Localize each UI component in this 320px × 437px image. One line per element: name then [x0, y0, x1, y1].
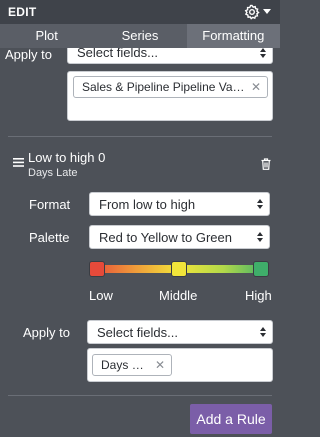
format-select[interactable]: From low to high	[89, 192, 270, 216]
gear-icon	[244, 4, 260, 20]
rule2-selected-fields[interactable]: Days Late ✕	[87, 348, 273, 382]
scale-middle-label: Middle	[159, 288, 198, 303]
rule2-apply-to-select[interactable]: Select fields...	[87, 320, 273, 344]
trash-icon[interactable]	[261, 158, 271, 170]
scale-high-label: High	[245, 288, 272, 303]
select-arrows-icon	[251, 193, 269, 215]
tab-bar: Plot Series Formatting	[0, 24, 280, 48]
scale-low-label: Low	[89, 288, 113, 303]
select-arrows-icon	[254, 48, 272, 63]
select-arrows-icon	[254, 321, 272, 343]
field-tag-label: Days Late	[101, 358, 149, 372]
drag-handle-icon[interactable]	[13, 158, 24, 167]
format-label: Format	[29, 197, 71, 212]
tab-formatting[interactable]: Formatting	[186, 24, 280, 48]
palette-value: Red to Yellow to Green	[99, 229, 232, 245]
field-tag: Sales & Pipeline Pipeline Value ... ✕	[73, 76, 268, 98]
low-color-handle[interactable]	[89, 261, 105, 277]
palette-select[interactable]: Red to Yellow to Green	[89, 225, 270, 249]
formatting-content[interactable]: Apply to Select fields... Sales & Pipeli…	[0, 48, 280, 437]
rule-title: Low to high 0	[28, 150, 106, 165]
rule2-apply-to-label: Apply to	[23, 325, 70, 340]
rule1-apply-to-select[interactable]: Select fields...	[67, 48, 273, 64]
field-tag: Days Late ✕	[92, 354, 172, 376]
add-rule-button[interactable]: Add a Rule	[190, 404, 272, 434]
rule-divider	[8, 395, 272, 396]
tab-series[interactable]: Series	[93, 24, 186, 48]
high-color-handle[interactable]	[253, 261, 269, 277]
rule1-apply-to-value: Select fields...	[77, 48, 158, 60]
format-value: From low to high	[99, 196, 196, 212]
palette-label: Palette	[29, 230, 70, 245]
field-tag-label: Sales & Pipeline Pipeline Value ...	[82, 80, 245, 94]
rule1-apply-to-label: Apply to	[5, 48, 52, 62]
select-arrows-icon	[251, 226, 269, 248]
panel-title: EDIT	[8, 5, 37, 19]
remove-tag-icon[interactable]: ✕	[251, 80, 261, 94]
remove-tag-icon[interactable]: ✕	[155, 358, 165, 372]
rule-divider	[8, 136, 272, 137]
rule1-selected-fields[interactable]: Sales & Pipeline Pipeline Value ... ✕	[67, 71, 273, 121]
panel-header: EDIT	[0, 0, 280, 24]
chevron-down-icon	[263, 9, 271, 14]
rule2-apply-to-value: Select fields...	[97, 324, 178, 340]
edit-panel: EDIT Plot Series Formatting Apply to Sel…	[0, 0, 280, 437]
settings-menu[interactable]	[244, 4, 271, 20]
rule-subtitle: Days Late	[28, 167, 78, 179]
middle-color-handle[interactable]	[171, 261, 187, 277]
tab-plot[interactable]: Plot	[0, 24, 93, 48]
